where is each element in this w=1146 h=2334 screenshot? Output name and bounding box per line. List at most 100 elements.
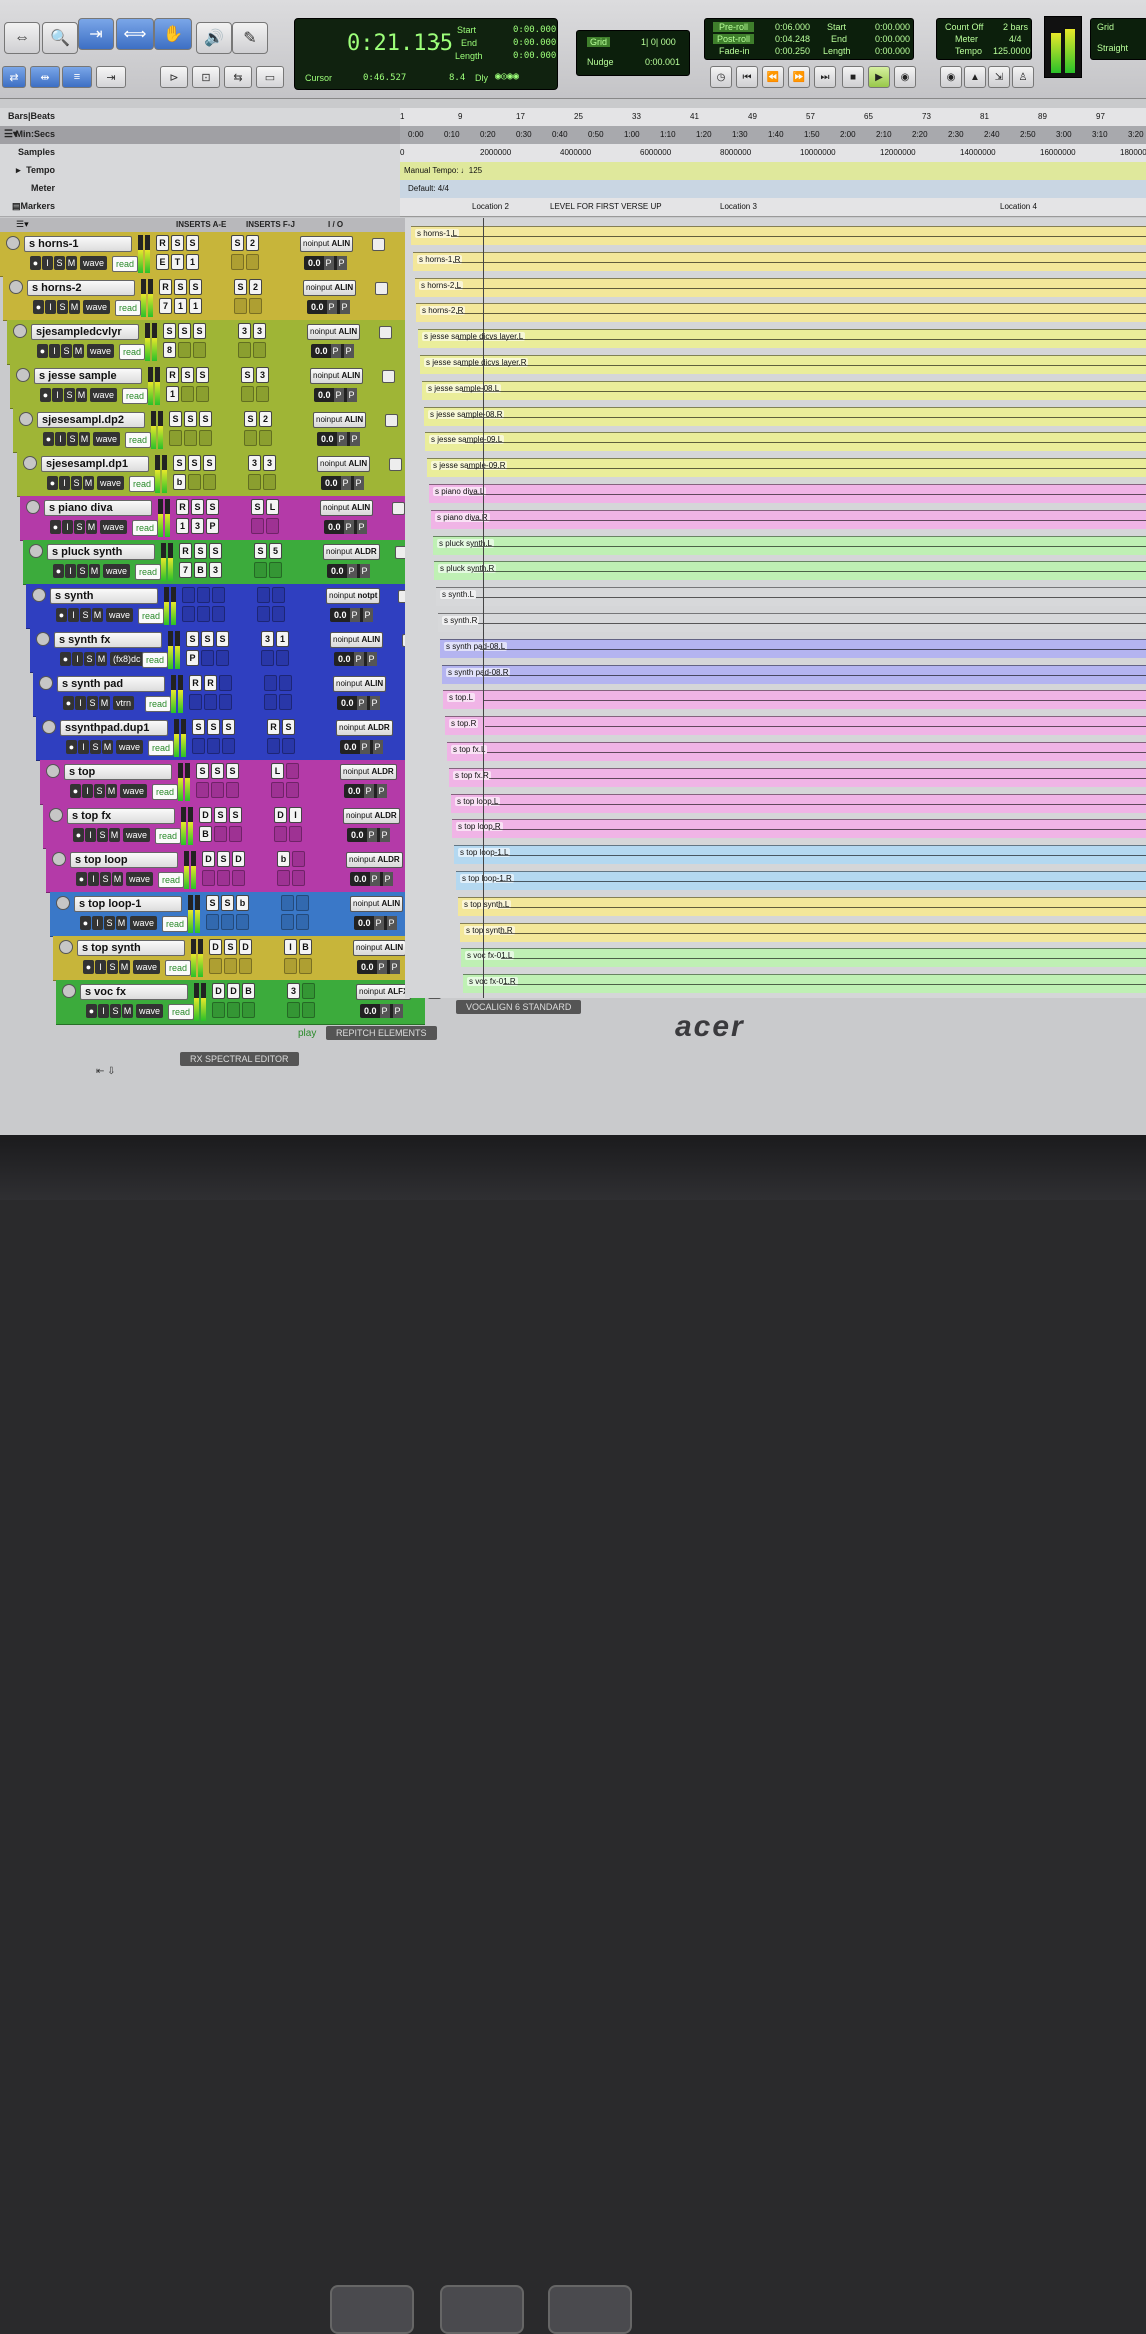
insert-slot[interactable]: 1	[186, 254, 199, 270]
track-row[interactable]: s top loop ● I S Mwave read D S Db noinput ALDR 0.…	[46, 848, 431, 893]
output-selector[interactable]: ALDR	[354, 547, 376, 556]
solo-button[interactable]: S	[104, 916, 115, 930]
tab-to-transient-button[interactable]: ⊳	[160, 66, 188, 88]
counter-dropdown-icon[interactable]: ▾	[435, 39, 441, 50]
go-to-end-button[interactable]: ⏭	[814, 66, 836, 88]
output-selector[interactable]: ALDR	[371, 767, 393, 776]
solo-button[interactable]: S	[74, 520, 85, 534]
insert-slot[interactable]: S	[171, 235, 184, 251]
insert-slot[interactable]: D	[202, 851, 215, 867]
automation-mode-selector[interactable]: read	[145, 696, 172, 712]
selector-tool-button[interactable]: ⟺	[116, 18, 154, 50]
audio-clip[interactable]: s top synth.R	[460, 922, 1146, 942]
audio-clip[interactable]: s top synth.L	[458, 896, 1146, 916]
track-select-icon[interactable]	[19, 412, 33, 426]
insert-slot[interactable]	[254, 562, 267, 578]
track-view-selector[interactable]: wave	[90, 388, 118, 402]
track-row[interactable]: sjesampledcvlyr ● I S Mwave read S S S 3 3 8 noinput…	[7, 320, 425, 365]
record-enable-icon[interactable]: ●	[80, 916, 91, 930]
insert-slot[interactable]: S	[174, 279, 187, 295]
automation-mode-selector[interactable]: read	[135, 564, 162, 580]
output-selector[interactable]: ALIN	[384, 943, 403, 952]
track-select-icon[interactable]	[62, 984, 76, 998]
audio-clip[interactable]: s top loop-1.R	[456, 871, 1146, 890]
input-selector[interactable]: noinput	[323, 503, 349, 512]
insert-slot[interactable]: 3	[261, 631, 274, 647]
audio-clip[interactable]: s horns-2.R	[416, 303, 1146, 323]
pan-left-icon[interactable]: P	[349, 608, 360, 622]
start2-value[interactable]: 0:00.000	[875, 22, 910, 32]
insert-slot[interactable]	[216, 650, 229, 666]
volume-pan-display[interactable]: 0.0 P P	[357, 960, 400, 974]
solo-button[interactable]: S	[67, 432, 78, 446]
solo-button[interactable]: S	[110, 1004, 121, 1018]
mute-button[interactable]: M	[116, 916, 127, 930]
play-button[interactable]: ▶	[868, 66, 890, 88]
track-view-selector[interactable]: (fx8)dc	[110, 652, 144, 666]
track-row[interactable]: s top fx ● I S Mwave read D S S D I Bnoinput ALDR 0.…	[43, 804, 428, 849]
input-monitor-button[interactable]: I	[62, 520, 73, 534]
insert-slot[interactable]	[257, 587, 270, 603]
nudge-value[interactable]: 0:00.001	[645, 57, 680, 67]
input-selector[interactable]: noinput	[359, 987, 385, 996]
pan-right-icon[interactable]: P	[339, 300, 350, 314]
trimmer-tool-button[interactable]: ⇥	[78, 18, 114, 50]
insert-slot[interactable]	[182, 606, 195, 622]
insert-slot[interactable]: S	[206, 895, 219, 911]
track-name[interactable]: s synth	[50, 588, 158, 604]
record-button[interactable]: ◉	[894, 66, 916, 88]
pan-left-icon[interactable]: P	[346, 564, 357, 578]
input-monitor-button[interactable]: I	[55, 432, 66, 446]
insert-slot[interactable]: b	[277, 851, 290, 867]
pan-right-icon[interactable]: P	[392, 1004, 403, 1018]
insert-slot[interactable]	[277, 870, 290, 886]
pan-left-icon[interactable]: P	[333, 388, 344, 402]
insert-slot[interactable]: S	[222, 719, 235, 735]
track-view-selector[interactable]: wave	[123, 828, 151, 842]
automation-mode-selector[interactable]: read	[138, 608, 165, 624]
input-selector[interactable]: noinput	[333, 635, 359, 644]
insert-slot[interactable]: E	[156, 254, 169, 270]
insert-slot[interactable]	[207, 738, 220, 754]
track-view-selector[interactable]: wave	[93, 432, 121, 446]
insert-slot[interactable]: R	[159, 279, 172, 295]
output-selector[interactable]: ALIN	[381, 899, 400, 908]
insert-slot[interactable]: D	[212, 983, 225, 999]
track-row[interactable]: s top synth ● I S Mwave read D S D I Bnoinput ALIN…	[53, 936, 438, 981]
insert-slot[interactable]	[182, 587, 195, 603]
insert-slot[interactable]: R	[204, 675, 217, 691]
automation-mode-selector[interactable]: read	[119, 344, 146, 360]
input-selector[interactable]: noinput	[320, 459, 346, 468]
track-comment-icon[interactable]	[382, 370, 395, 383]
insert-slot[interactable]: S	[234, 279, 247, 295]
audio-clip[interactable]: s top loop-1.L	[454, 845, 1146, 865]
track-name[interactable]: s synth pad	[57, 676, 165, 692]
mute-button[interactable]: M	[66, 256, 77, 270]
record-enable-icon[interactable]: ●	[86, 1004, 97, 1018]
pan-left-icon[interactable]: P	[366, 828, 377, 842]
insert-slot[interactable]: P	[206, 518, 219, 534]
input-monitor-button[interactable]: I	[72, 652, 83, 666]
straight-label[interactable]: Straight	[1097, 43, 1128, 53]
mirror-midi-button[interactable]: ▭	[256, 66, 284, 88]
bars-beats-lane[interactable]: 191725334149576573818997105	[400, 108, 1146, 127]
audio-clip[interactable]: s top.R	[445, 716, 1146, 736]
insert-slot[interactable]	[196, 782, 209, 798]
automation-mode-selector[interactable]: read	[132, 520, 159, 536]
insert-slot[interactable]: R	[179, 543, 192, 559]
solo-button[interactable]: S	[90, 740, 101, 754]
insert-slot[interactable]	[292, 870, 305, 886]
insert-slot[interactable]	[199, 430, 212, 446]
insert-slot[interactable]: D	[199, 807, 212, 823]
volume-pan-display[interactable]: 0.0 P P	[307, 300, 350, 314]
insert-slot[interactable]: R	[176, 499, 189, 515]
input-selector[interactable]: noinput	[306, 283, 332, 292]
insert-slot[interactable]: I	[284, 939, 297, 955]
track-row[interactable]: s pluck synth ● I S Mwave read R S S S 5 7 B 3 noinput…	[23, 540, 425, 585]
insert-slot[interactable]	[264, 694, 277, 710]
track-name[interactable]: s jesse sample	[34, 368, 142, 384]
fast-forward-button[interactable]: ⏩	[788, 66, 810, 88]
pan-left-icon[interactable]: P	[343, 520, 354, 534]
track-view-selector[interactable]: wave	[87, 344, 115, 358]
input-selector[interactable]: noinput	[353, 899, 379, 908]
